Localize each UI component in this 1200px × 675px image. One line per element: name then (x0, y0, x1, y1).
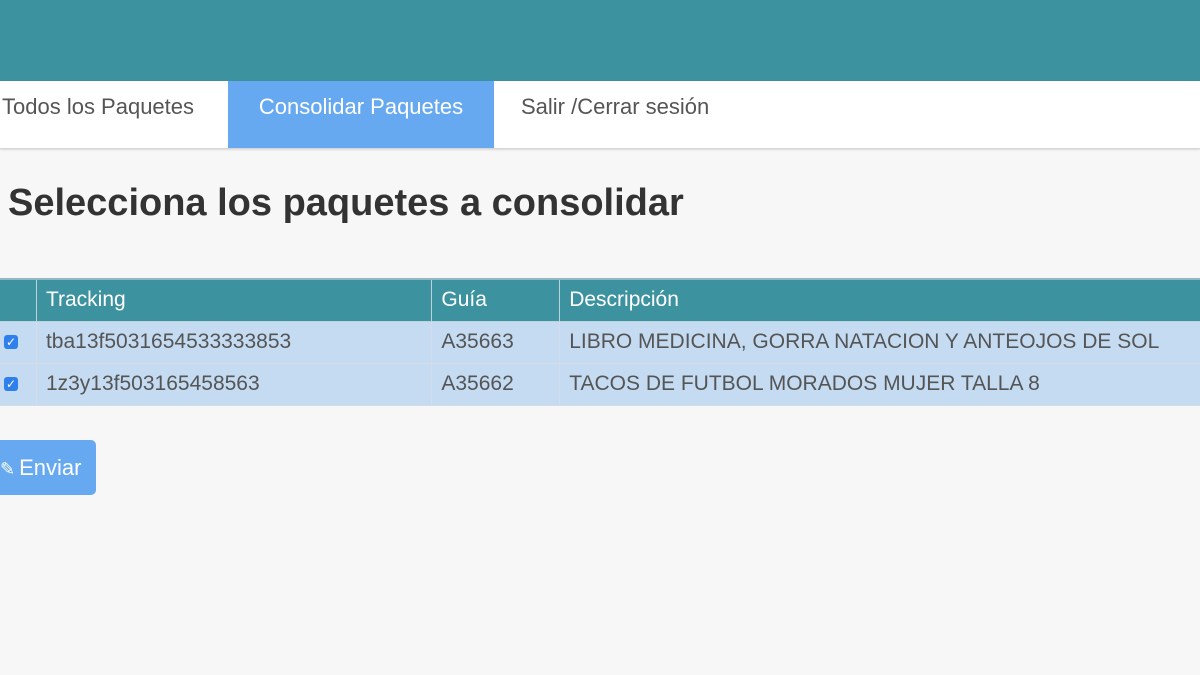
nav-tab-consolidar-paquetes[interactable]: Consolidar Paquetes (228, 81, 494, 148)
column-header-tracking: Tracking (35, 278, 433, 322)
descripcion-cell: LIBRO MEDICINA, GORRA NATACION Y ANTEOJO… (559, 320, 1200, 364)
tracking-cell: 1z3y13f503165458563 (35, 362, 433, 406)
table-header-row: Tracking Guía Descripción (0, 278, 1200, 322)
edit-icon: ✎ (0, 459, 16, 479)
nav-tab-todos-los-paquetes[interactable]: Todos los Paquetes (0, 81, 228, 148)
page-title: Selecciona los paquetes a consolidar (8, 182, 684, 224)
checkbox-checked-icon[interactable]: ✓ (4, 335, 18, 350)
row-checkbox-cell: ✓ (0, 320, 37, 364)
tracking-cell: tba13f5031654533333853 (35, 320, 433, 364)
table-row: ✓ 1z3y13f503165458563 A35662 TACOS DE FU… (0, 362, 1200, 406)
top-header-bar (0, 0, 1200, 81)
column-header-guia: Guía (431, 278, 561, 322)
guia-cell: A35662 (431, 362, 561, 406)
row-checkbox-cell: ✓ (0, 362, 37, 406)
send-button[interactable]: ✎ Enviar (0, 440, 96, 495)
table-row: ✓ tba13f5031654533333853 A35663 LIBRO ME… (0, 320, 1200, 364)
nav-tab-salir[interactable]: Salir /Cerrar sesión (521, 81, 709, 148)
checkbox-checked-icon[interactable]: ✓ (4, 377, 18, 392)
column-header-descripcion: Descripción (559, 278, 1200, 322)
descripcion-cell: TACOS DE FUTBOL MORADOS MUJER TALLA 8 (559, 362, 1200, 406)
packages-table: Tracking Guía Descripción ✓ tba13f503165… (0, 278, 1200, 406)
column-header-select (0, 278, 37, 322)
guia-cell: A35663 (431, 320, 561, 364)
nav-bar: Todos los Paquetes Consolidar Paquetes S… (0, 81, 1200, 149)
send-button-label: Enviar (19, 455, 82, 480)
